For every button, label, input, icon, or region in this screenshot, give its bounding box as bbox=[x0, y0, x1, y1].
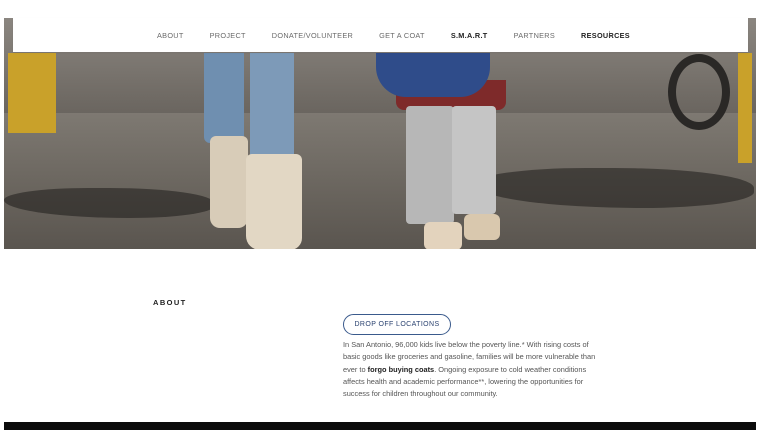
nav-partners[interactable]: PARTNERS bbox=[514, 31, 555, 40]
footer-bar bbox=[4, 422, 756, 430]
drop-off-locations-button[interactable]: DROP OFF LOCATIONS bbox=[343, 314, 451, 335]
nav-get-a-coat[interactable]: GET A COAT bbox=[379, 31, 425, 40]
child-shoe-right bbox=[464, 214, 500, 240]
yellow-post-right bbox=[738, 53, 752, 163]
hero-image bbox=[4, 18, 756, 249]
adult-boot-left bbox=[210, 136, 248, 228]
nav-resources[interactable]: RESOURCES bbox=[581, 31, 630, 40]
main-navigation: ABOUT PROJECT DONATE/VOLUNTEER GET A COA… bbox=[13, 18, 748, 52]
adult-leg-left bbox=[204, 53, 244, 143]
nav-about[interactable]: ABOUT bbox=[157, 31, 184, 40]
nav-smart[interactable]: S.M.A.R.T bbox=[451, 31, 488, 40]
child-leg-left bbox=[406, 106, 454, 224]
adult-leg-right bbox=[250, 53, 294, 163]
about-paragraph: In San Antonio, 96,000 kids live below t… bbox=[343, 339, 605, 400]
child-backpack bbox=[376, 53, 490, 97]
child-shoe-left bbox=[424, 222, 462, 249]
nav-donate-volunteer[interactable]: DONATE/VOLUNTEER bbox=[272, 31, 353, 40]
nav-menu: ABOUT PROJECT DONATE/VOLUNTEER GET A COA… bbox=[157, 18, 656, 52]
yellow-post-left bbox=[8, 53, 56, 133]
about-text-bold: forgo buying coats bbox=[367, 364, 435, 374]
child-leg-right bbox=[452, 106, 496, 214]
arrow-down-icon[interactable]: ↓ bbox=[607, 28, 613, 40]
adult-boot-right bbox=[246, 154, 302, 249]
nav-project[interactable]: PROJECT bbox=[210, 31, 246, 40]
motorcycle-wheel bbox=[668, 54, 730, 130]
about-heading: ABOUT bbox=[153, 298, 187, 307]
